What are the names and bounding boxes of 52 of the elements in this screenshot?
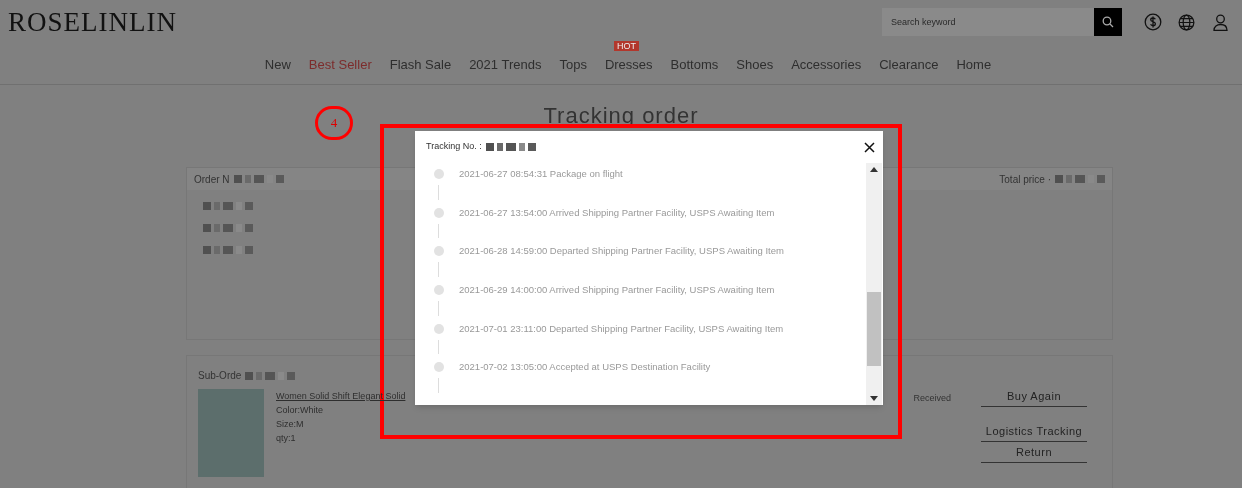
tracking-event: 2021-06-28 14:59:00 Departed Shipping Partner Facility, USPS Awaiting Item [459,244,784,259]
pixelated-redaction [485,143,536,151]
nav-link[interactable]: Dresses [604,57,653,72]
hot-badge: HOT [613,41,639,51]
order-status: Received [913,392,951,405]
timeline-line [438,262,439,278]
nav-link[interactable]: Flash Sale [389,57,452,72]
product-attribute: qty:1 [276,432,297,445]
user-icon[interactable] [1213,13,1228,31]
nav-link[interactable]: New [264,57,291,72]
timeline-line [438,378,439,394]
tracking-event: 2021-07-01 23:11:00 Departed Shipping Partner Facility, USPS Awaiting Item [459,321,784,336]
nav-link[interactable]: Shoes [736,57,774,72]
nav-link[interactable]: Home [956,57,992,72]
search-button[interactable] [1094,8,1122,36]
timeline-line [438,185,439,200]
nav-link[interactable]: Tops [559,57,587,72]
nav-link[interactable]: Accessories [791,57,862,72]
pixelated-redaction [233,175,284,183]
product-attribute: Color:White [276,404,324,417]
globe-icon[interactable] [1178,13,1195,31]
scrollbar[interactable] [866,163,882,405]
product-attribute: Size:M [276,418,305,431]
action-button[interactable]: Return [981,445,1087,463]
action-button[interactable]: Logistics Tracking [981,424,1087,442]
nav-link[interactable]: Clearance [879,57,939,72]
page-title: Tracking order [543,102,699,130]
scrollbar-thumb[interactable] [867,292,881,366]
timeline-line [438,223,439,239]
logo[interactable]: ROSELINLIN [8,1,177,43]
close-icon[interactable] [864,141,875,153]
tracking-event: 2021-06-27 08:54:31 Package on flight [459,167,623,181]
nav-link[interactable]: Best Seller [308,57,372,72]
search-field[interactable]: Search keyword [882,8,1094,36]
scroll-up-arrow-icon[interactable] [870,167,878,172]
tracking-event: 2021-06-29 14:00:00 Arrived Shipping Partner Facility, USPS Awaiting Item [459,283,775,298]
search-icon [1102,16,1114,28]
tracking-event: 2021-07-02 13:05:00 Accepted at USPS Destination Facility [459,360,711,375]
dialog-title: Tracking No. : [426,140,482,154]
scroll-down-arrow-icon[interactable] [870,396,878,401]
tracking-event: 2021-06-27 13:54:00 Arrived Shipping Partner Facility, USPS Awaiting Item [459,205,775,220]
dollar-icon[interactable] [1144,13,1162,31]
pixelated-redaction [245,371,296,380]
timeline-line [438,339,439,355]
total-price-label: Total price · [999,172,1051,187]
timeline-line [438,301,439,316]
sub-order-label: Sub-Orde [198,369,242,383]
action-button[interactable]: Buy Again [981,389,1087,407]
pixelated-redaction [1055,175,1105,183]
nav-link[interactable]: 2021 Trends [469,57,542,72]
nav-link[interactable]: Bottoms [670,57,719,72]
order-number-label: Order N [194,172,230,187]
